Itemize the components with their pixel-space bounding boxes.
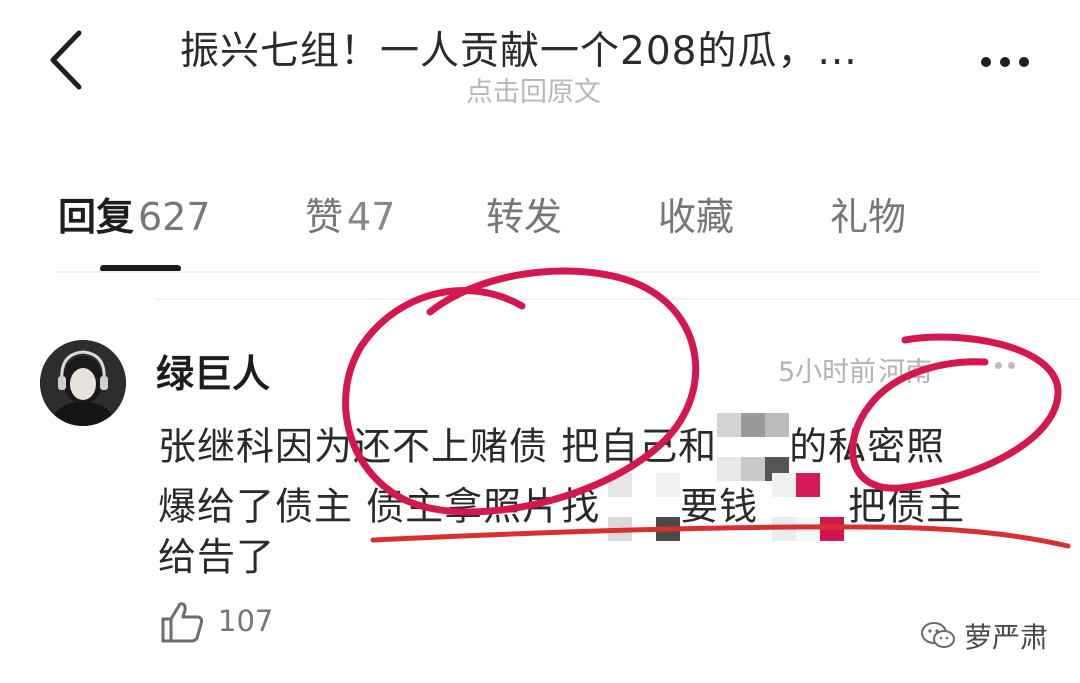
- watermark-text: 萝严肃: [964, 621, 1049, 654]
- comment-text: 把债主: [848, 484, 966, 529]
- censored-mosaic: [608, 462, 681, 550]
- like-button[interactable]: [160, 600, 208, 644]
- divider: [155, 298, 1080, 300]
- thumbs-up-icon: [161, 602, 204, 643]
- more-horizontal-icon: [981, 57, 991, 67]
- post-title[interactable]: 振兴七组！一人贡献一个208的瓜，...: [180, 20, 910, 76]
- tab-gifts[interactable]: 礼物: [830, 186, 906, 241]
- avatar-image: [40, 340, 126, 426]
- comment-text-line: 爆给了债主 债主拿照片找 要钱 把债主: [158, 468, 965, 550]
- comment-text: 给告了: [158, 535, 276, 579]
- tab-label: 回复: [58, 195, 135, 239]
- tab-label: 礼物: [830, 195, 907, 239]
- back-to-original-link[interactable]: 点击回原文: [466, 70, 601, 109]
- more-horizontal-icon: [995, 362, 1002, 369]
- tab-likes[interactable]: 赞 47: [305, 186, 395, 241]
- tab-label: 转发: [486, 195, 563, 239]
- avatar[interactable]: [40, 340, 126, 426]
- chevron-left-icon: [50, 30, 82, 90]
- comment-screen: 振兴七组！一人贡献一个208的瓜，... 点击回原文 回复 627 赞 47 转发 …: [0, 0, 1080, 683]
- comment-time: 5小时前: [778, 357, 877, 388]
- tab-favorites[interactable]: 收藏: [658, 186, 734, 241]
- divider: [55, 271, 1040, 273]
- tab-count: 47: [347, 195, 396, 239]
- tab-label: 收藏: [658, 195, 735, 239]
- username[interactable]: 绿巨人: [156, 343, 270, 398]
- like-count: 107: [218, 604, 274, 638]
- wechat-icon: [921, 622, 955, 648]
- tab-replies[interactable]: 回复 627: [58, 186, 211, 241]
- comment-meta: 5小时前河南: [778, 350, 932, 389]
- comment-location: 河南: [878, 357, 933, 388]
- comment-text: 要钱: [680, 484, 759, 529]
- comment-text: 爆给了债主 债主拿照片找: [158, 484, 601, 529]
- comment-text-line: 给告了: [158, 526, 275, 581]
- more-options-button[interactable]: [965, 40, 1045, 84]
- tab-label: 赞: [305, 195, 344, 239]
- tab-reposts[interactable]: 转发: [486, 186, 562, 241]
- tab-count: 627: [138, 195, 211, 239]
- watermark: 萝严肃: [920, 616, 1048, 656]
- back-button[interactable]: [30, 20, 100, 100]
- comment-more-button[interactable]: [995, 362, 1015, 369]
- censored-mosaic: [772, 462, 845, 550]
